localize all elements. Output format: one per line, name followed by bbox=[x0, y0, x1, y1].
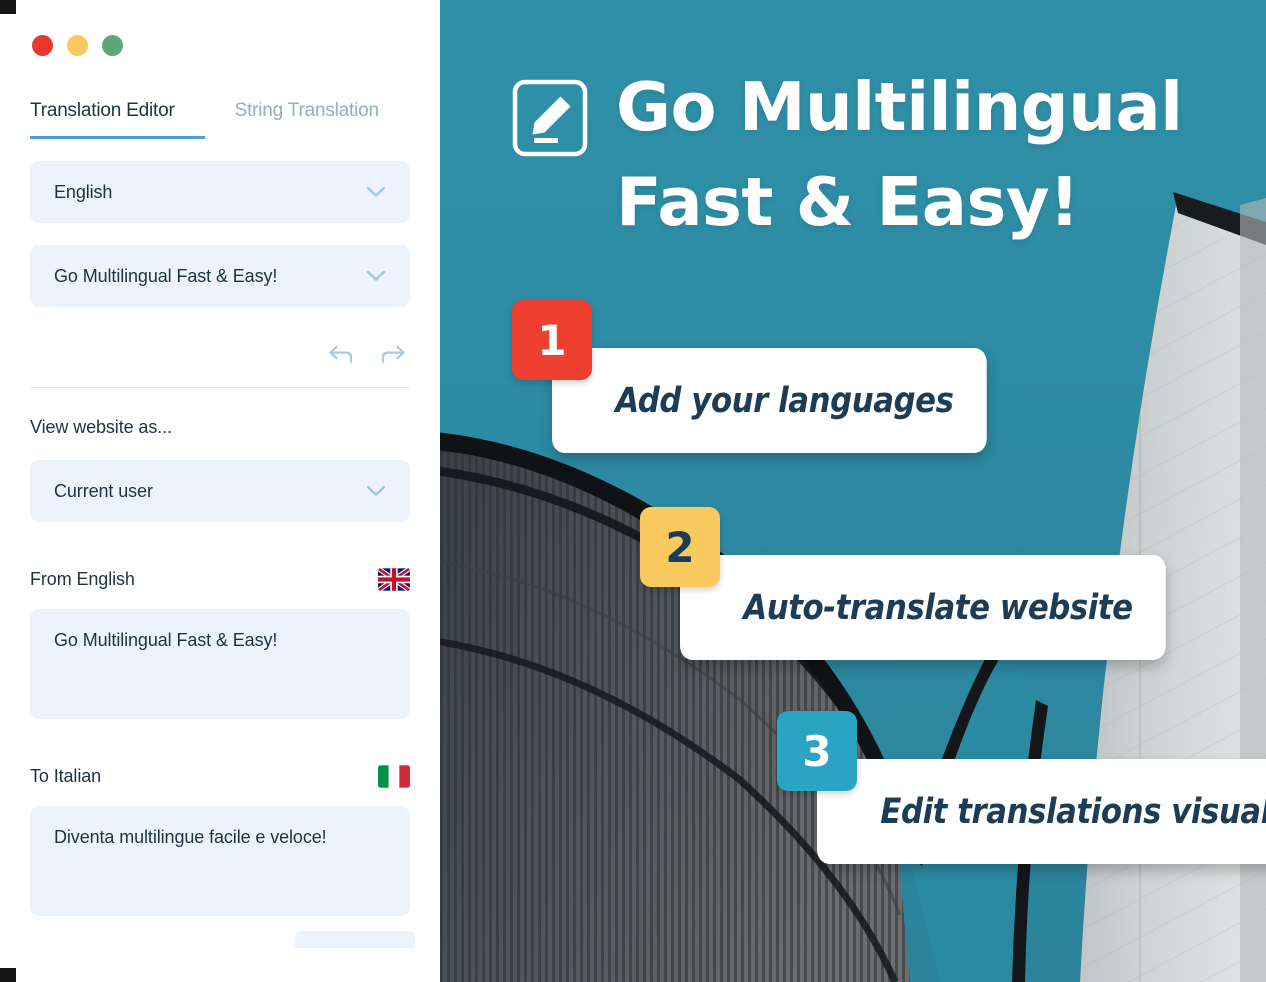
string-select-value: Go Multilingual Fast & Easy! bbox=[54, 265, 278, 286]
view-as-select-value: Current user bbox=[54, 480, 153, 501]
sidebar-bottom-action-button[interactable] bbox=[295, 931, 415, 948]
language-select[interactable]: English bbox=[30, 161, 410, 223]
view-website-as-label: View website as... bbox=[30, 417, 172, 437]
chevron-down-icon bbox=[366, 186, 386, 197]
source-language-label: From English bbox=[30, 569, 135, 589]
callout-badge-2: 2 bbox=[640, 507, 720, 587]
sidebar-tabs: Translation Editor String Translation bbox=[30, 100, 410, 139]
source-text-field[interactable]: Go Multilingual Fast & Easy! bbox=[30, 609, 410, 719]
view-as-select[interactable]: Current user bbox=[30, 460, 410, 522]
callout-text-1: Add your languages bbox=[552, 348, 987, 453]
flag-uk-icon bbox=[378, 568, 410, 591]
callout-badge-3: 3 bbox=[777, 711, 857, 791]
callout-text-2: Auto-translate website bbox=[680, 555, 1167, 660]
tab-translation-editor[interactable]: Translation Editor bbox=[30, 100, 205, 139]
window-corner-mark-bottom bbox=[0, 968, 16, 982]
window-minimize-button[interactable] bbox=[67, 35, 88, 56]
callout-step-1: 1 Add your languages bbox=[512, 300, 1046, 453]
target-language-row: To Italian bbox=[30, 765, 410, 788]
source-language-row: From English bbox=[30, 568, 410, 591]
language-select-value: English bbox=[54, 181, 113, 202]
flag-italy-icon bbox=[378, 765, 410, 788]
source-text-value: Go Multilingual Fast & Easy! bbox=[54, 630, 278, 650]
hero-title: Go Multilingual Fast & Easy! bbox=[616, 60, 1183, 250]
window-close-button[interactable] bbox=[32, 35, 53, 56]
target-language-label: To Italian bbox=[30, 766, 102, 786]
string-select[interactable]: Go Multilingual Fast & Easy! bbox=[30, 245, 410, 307]
window-traffic-lights bbox=[30, 0, 410, 56]
callout-text-3: Edit translations visually bbox=[817, 759, 1266, 864]
app-window: Translation Editor String Translation En… bbox=[0, 0, 1266, 982]
website-preview-pane: Go Multilingual Fast & Easy! 1 Add your … bbox=[440, 0, 1266, 982]
callout-step-3: 3 Edit translations visually bbox=[777, 711, 1266, 864]
callout-badge-1: 1 bbox=[512, 300, 592, 380]
history-controls bbox=[30, 343, 410, 365]
hero-block: Go Multilingual Fast & Easy! bbox=[510, 60, 1226, 250]
translation-editor-sidebar: Translation Editor String Translation En… bbox=[0, 0, 440, 982]
chevron-down-icon bbox=[366, 270, 386, 281]
window-zoom-button[interactable] bbox=[102, 35, 123, 56]
target-text-field[interactable]: Diventa multilingue facile e veloce! bbox=[30, 806, 410, 916]
callout-step-2: 2 Auto-translate website bbox=[640, 507, 1232, 660]
edit-pencil-square-icon bbox=[512, 79, 588, 157]
redo-arrow-icon[interactable] bbox=[380, 343, 406, 365]
tab-string-translation[interactable]: String Translation bbox=[235, 100, 379, 139]
hero-title-line-1: Go Multilingual bbox=[616, 68, 1183, 146]
window-corner-mark-top bbox=[0, 0, 16, 14]
chevron-down-icon bbox=[366, 485, 386, 496]
hero-title-line-2: Fast & Easy! bbox=[616, 163, 1080, 242]
sidebar-divider bbox=[30, 387, 410, 388]
undo-arrow-icon[interactable] bbox=[328, 343, 354, 365]
target-text-value: Diventa multilingue facile e veloce! bbox=[54, 827, 327, 847]
